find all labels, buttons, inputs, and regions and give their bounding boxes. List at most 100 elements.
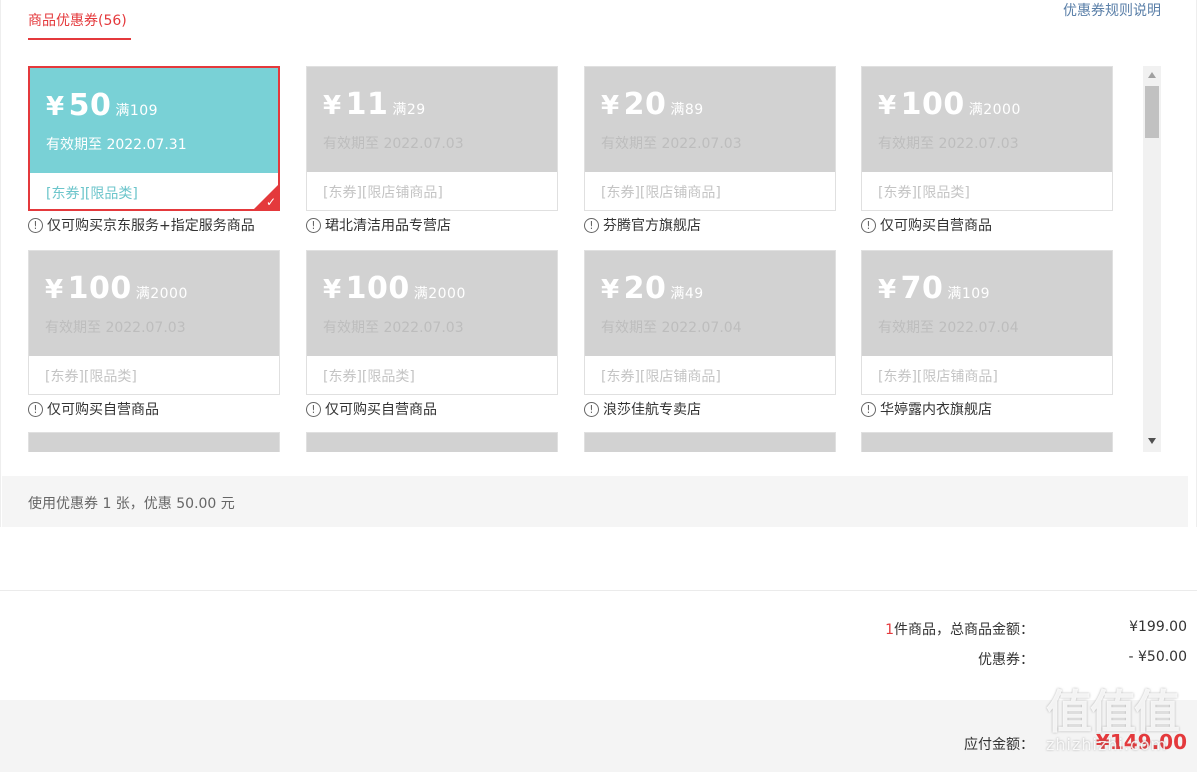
coupon-note-text: 芬腾官方旗舰店 [603, 218, 701, 234]
coupon-valid-until: 有效期至 2022.07.03 [45, 320, 186, 336]
coupon-panel: 商品优惠券(56) 优惠券规则说明 ¥50 满109 有效期至 2022.07.31… [0, 0, 1197, 527]
coupon-card[interactable]: ¥100 满2000 有效期至 2022.07.03 [东券][限品类] [28, 250, 280, 395]
coupon-tags: [东券][限品类] [45, 369, 137, 385]
item-count-suffix: 件商品，总商品金额： [894, 622, 1034, 638]
currency-symbol: ¥ [45, 275, 64, 305]
coupon-condition: 满2000 [968, 102, 1021, 118]
coupon-scrollbar[interactable] [1143, 66, 1161, 452]
coupon-note-text: 仅可购买自营商品 [325, 402, 437, 418]
coupon-item: ¥100 满2000 有效期至 2022.07.03 [东券][限品类] ! 仅可购买自营… [306, 250, 560, 419]
coupon-item: ¥20 满49 有效期至 2022.07.04 [东券][限店铺商品]! 浪莎佳航专卖店 [584, 250, 838, 419]
coupon-note-text: 珺北清洁用品专营店 [325, 218, 451, 234]
coupon-face: ¥100 满2000 有效期至 2022.07.03 [29, 251, 279, 356]
coupon-card[interactable] [28, 432, 280, 452]
coupon-face: ¥100 满2000 有效期至 2022.07.03 [307, 251, 557, 356]
scroll-up-arrow-icon[interactable] [1148, 72, 1156, 78]
currency-symbol: ¥ [878, 275, 897, 305]
coupon-value: 100 [67, 271, 132, 306]
coupon-item-partial[interactable] [28, 432, 282, 452]
coupon-amount: ¥100 满2000 [878, 87, 1112, 122]
coupon-card[interactable]: ¥20 满49 有效期至 2022.07.04 [东券][限店铺商品] [584, 250, 836, 395]
info-circle-icon: ! [861, 217, 876, 233]
coupon-condition: 满109 [947, 286, 991, 302]
coupon-tags: [东券][限店铺商品] [601, 185, 721, 201]
coupon-note-text: 仅可购买京东服务+指定服务商品 [47, 218, 255, 234]
coupon-tags: [东券][限品类] [323, 369, 415, 385]
coupon-amount: ¥11 满29 [323, 87, 557, 122]
currency-symbol: ¥ [601, 91, 620, 121]
coupon-note: ! 仅可购买京东服务+指定服务商品 [28, 215, 282, 235]
info-circle-icon: ! [28, 217, 43, 233]
coupon-note-text: 仅可购买自营商品 [47, 402, 159, 418]
coupon-valid-until: 有效期至 2022.07.03 [601, 136, 742, 152]
coupon-card[interactable]: ¥100 满2000 有效期至 2022.07.03 [东券][限品类] [861, 66, 1113, 211]
coupon-value: 11 [345, 87, 389, 122]
tab-product-coupons[interactable]: 商品优惠券(56) [28, 10, 127, 30]
info-circle-icon: ! [861, 401, 876, 417]
currency-symbol: ¥ [323, 91, 342, 121]
coupon-amount: ¥50 满109 [46, 88, 278, 123]
coupon-card[interactable]: ¥100 满2000 有效期至 2022.07.03 [东券][限品类] [306, 250, 558, 395]
coupon-item: ¥50 满109 有效期至 2022.07.31 [东券][限品类] ✓! 仅可购买京东服… [28, 66, 282, 235]
coupon-amount: ¥20 满49 [601, 271, 835, 306]
coupon-face [29, 433, 279, 452]
coupon-card[interactable]: ¥70 满109 有效期至 2022.07.04 [东券][限店铺商品] [861, 250, 1113, 395]
coupon-card[interactable]: ¥50 满109 有效期至 2022.07.31 [东券][限品类] ✓ [28, 66, 280, 211]
coupon-tags: [东券][限店铺商品] [323, 185, 443, 201]
coupon-card[interactable] [306, 432, 558, 452]
scroll-down-arrow-icon[interactable] [1148, 438, 1156, 444]
coupon-face [307, 433, 557, 452]
coupon-discount-row: 优惠券： - ¥50.00 [774, 649, 1187, 669]
payable-label: 应付金额： [964, 737, 1034, 753]
coupon-amount: ¥100 满2000 [45, 271, 279, 306]
watermark-url: zhizhizhi.com [1046, 735, 1168, 754]
item-count: 1 [885, 622, 894, 638]
coupon-valid-until: 有效期至 2022.07.04 [878, 320, 1019, 336]
coupon-value: 20 [623, 87, 667, 122]
coupon-item: ¥11 满29 有效期至 2022.07.03 [东券][限店铺商品]! 珺北清洁用品专… [306, 66, 560, 235]
coupon-tags: [东券][限品类] [878, 185, 970, 201]
coupon-valid-until: 有效期至 2022.07.04 [601, 320, 742, 336]
coupon-card[interactable]: ¥11 满29 有效期至 2022.07.03 [东券][限店铺商品] [306, 66, 558, 211]
coupon-discount-label: 优惠券： [978, 652, 1034, 668]
coupon-item: ¥100 满2000 有效期至 2022.07.03 [东券][限品类] ! 仅可购买自营… [861, 66, 1115, 235]
coupon-face: ¥11 满29 有效期至 2022.07.03 [307, 67, 557, 172]
coupon-item-partial[interactable] [861, 432, 1115, 452]
coupon-card[interactable] [584, 432, 836, 452]
coupon-note-text: 浪莎佳航专卖店 [603, 402, 701, 418]
coupon-note: ! 仅可购买自营商品 [306, 399, 560, 419]
coupon-note: ! 仅可购买自营商品 [861, 215, 1115, 235]
coupon-value: 100 [900, 87, 965, 122]
scroll-thumb[interactable] [1145, 86, 1159, 138]
coupon-condition: 满2000 [413, 286, 466, 302]
coupon-usage-summary: 使用优惠券 1 张，优惠 50.00 元 [2, 476, 1188, 527]
coupon-grid: ¥50 满109 有效期至 2022.07.31 [东券][限品类] ✓! 仅可购买京东服… [28, 66, 1133, 452]
site-watermark: 值值值 zhizhizhi.com [1046, 688, 1188, 768]
coupon-note: ! 芬腾官方旗舰店 [584, 215, 838, 235]
info-circle-icon: ! [28, 401, 43, 417]
coupon-value: 100 [345, 271, 410, 306]
coupon-rules-link[interactable]: 优惠券规则说明 [1063, 0, 1161, 20]
coupon-valid-until: 有效期至 2022.07.03 [323, 320, 464, 336]
coupon-note: ! 仅可购买自营商品 [28, 399, 282, 419]
goods-total-label: 1件商品，总商品金额： [774, 619, 1034, 639]
coupon-item-partial[interactable] [306, 432, 560, 452]
coupon-condition: 满29 [392, 102, 426, 118]
info-circle-icon: ! [584, 401, 599, 417]
info-circle-icon: ! [306, 217, 321, 233]
coupon-item: ¥100 满2000 有效期至 2022.07.03 [东券][限品类]! 仅可购买自营… [28, 250, 282, 419]
coupon-amount: ¥100 满2000 [323, 271, 557, 306]
currency-symbol: ¥ [878, 91, 897, 121]
coupon-card[interactable]: ¥20 满89 有效期至 2022.07.03 [东券][限店铺商品] [584, 66, 836, 211]
checkout-coupon-page: 商品优惠券(56) 优惠券规则说明 ¥50 满109 有效期至 2022.07.31… [0, 0, 1197, 772]
coupon-card[interactable] [861, 432, 1113, 452]
coupon-tags: [东券][限品类] [46, 186, 138, 202]
coupon-condition: 满109 [115, 103, 159, 119]
goods-total-value: ¥199.00 [1129, 619, 1187, 635]
coupon-item-partial[interactable] [584, 432, 838, 452]
coupon-note: ! 浪莎佳航专卖店 [584, 399, 838, 419]
currency-symbol: ¥ [323, 275, 342, 305]
coupon-value: 20 [623, 271, 667, 306]
coupon-tags: [东券][限店铺商品] [601, 369, 721, 385]
coupon-valid-until: 有效期至 2022.07.31 [46, 137, 187, 153]
